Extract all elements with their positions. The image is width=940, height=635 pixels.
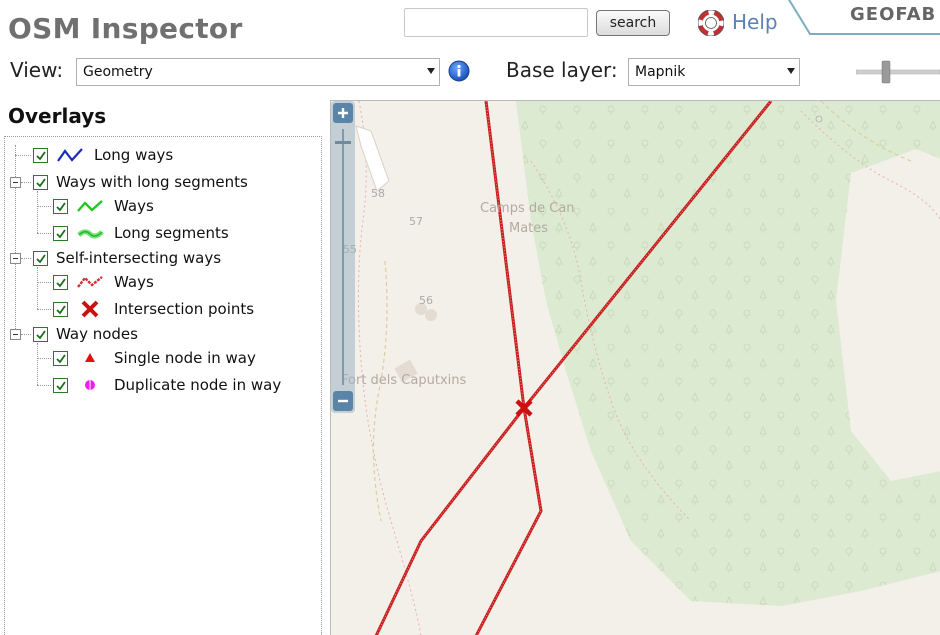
overlay-group-way-nodes[interactable]: Way nodes (33, 322, 138, 346)
checkbox-long-ways[interactable] (33, 147, 48, 163)
collapse-toggle-way-nodes[interactable] (10, 329, 21, 340)
overlay-ways-green[interactable]: Ways (53, 194, 154, 218)
tree-guide (21, 182, 31, 183)
checkbox-ways-red[interactable] (53, 274, 68, 290)
view-select[interactable]: Geometry (76, 58, 440, 86)
map-label-fort: Fort dels Caputxins (341, 373, 467, 388)
clearing-area (836, 149, 940, 481)
overlays-title: Overlays (8, 104, 107, 128)
tree-guide (37, 282, 51, 283)
overlay-long-ways[interactable]: Long ways (33, 143, 173, 167)
tree-guide (37, 309, 51, 310)
overlay-label: Self-intersecting ways (56, 249, 222, 267)
chevron-down-icon (427, 68, 435, 74)
info-icon[interactable] (448, 60, 470, 82)
base-layer-value: Mapnik (635, 64, 686, 80)
checkbox-single-node[interactable] (53, 350, 68, 366)
view-select-value: Geometry (83, 64, 153, 80)
base-layer-label: Base layer: (506, 58, 618, 82)
tree-guide (15, 145, 16, 335)
base-layer-select[interactable]: Mapnik (628, 58, 800, 86)
view-label: View: (10, 58, 64, 82)
magenta-dot-icon (85, 380, 95, 390)
overlay-label: Long ways (94, 146, 174, 164)
lifebuoy-icon[interactable] (698, 10, 724, 36)
overlay-label: Ways (114, 273, 154, 291)
map-number: 58 (371, 187, 385, 200)
map-label-mates: Mates (509, 221, 549, 236)
overlay-label: Ways with long segments (56, 173, 248, 191)
overlay-label: Way nodes (56, 325, 138, 343)
overlay-ways-red[interactable]: Ways (53, 270, 154, 294)
geofabrik-label[interactable]: GEOFAB (850, 4, 936, 25)
opacity-slider[interactable] (856, 60, 940, 84)
overlay-label: Single node in way (114, 349, 256, 367)
tree-guide (37, 343, 38, 385)
overlay-intersection-points[interactable]: Intersection points (53, 297, 254, 321)
tree-guide (37, 191, 38, 233)
blue-wave-icon (57, 148, 83, 162)
overlay-label: Duplicate node in way (114, 376, 282, 394)
map-number: 57 (409, 215, 423, 228)
checkbox-self-intersecting[interactable] (33, 250, 48, 266)
green-wave-icon (77, 200, 103, 212)
zoom-control[interactable] (331, 101, 355, 413)
overlay-label: Ways (114, 197, 154, 215)
checkbox-long-segments[interactable] (53, 225, 68, 241)
header: OSM Inspector search Help GEOFAB View: G… (0, 0, 940, 100)
chevron-down-icon (787, 68, 795, 74)
help-link[interactable]: Help (732, 10, 778, 34)
overlay-label: Long segments (114, 224, 229, 242)
tree-guide (37, 385, 51, 386)
green-thick-wave-icon (77, 229, 104, 239)
tree-guide (21, 258, 31, 259)
map-view[interactable]: Camps de Can Mates Fort dels Caputxins 5… (330, 100, 940, 635)
overlay-group-self-intersecting[interactable]: Self-intersecting ways (33, 246, 221, 270)
overlay-group-ways-long-segments[interactable]: Ways with long segments (33, 170, 248, 194)
red-triangle-icon (85, 353, 95, 362)
map-label-camps: Camps de Can (480, 201, 575, 216)
map-number: 56 (419, 294, 433, 307)
app-title: OSM Inspector (8, 12, 243, 45)
zoom-slider-handle[interactable] (335, 141, 351, 144)
checkbox-intersection-points[interactable] (53, 301, 68, 317)
overlays-tree: Long ways Ways with long segments Ways L… (4, 136, 322, 635)
overlays-panel: Overlays Long ways Ways with long segmen (0, 100, 330, 635)
checkbox-ways-long-segments[interactable] (33, 174, 48, 190)
checkbox-way-nodes[interactable] (33, 326, 48, 342)
search-button[interactable]: search (596, 10, 670, 36)
tree-guide (15, 155, 31, 156)
overlay-single-node[interactable]: Single node in way (53, 346, 256, 370)
checkbox-duplicate-node[interactable] (53, 377, 68, 393)
tree-guide (37, 267, 38, 309)
red-wave-icon (77, 276, 103, 288)
tree-guide (37, 358, 51, 359)
overlay-label: Intersection points (114, 300, 255, 318)
collapse-toggle-self-intersecting[interactable] (10, 253, 21, 264)
search-input[interactable] (404, 8, 588, 37)
overlay-long-segments[interactable]: Long segments (53, 221, 229, 245)
overlay-duplicate-node[interactable]: Duplicate node in way (53, 373, 281, 397)
red-x-icon (81, 300, 99, 318)
tree-guide (37, 206, 51, 207)
collapse-toggle-ways-long-segments[interactable] (10, 177, 21, 188)
building (425, 309, 437, 321)
tree-guide (21, 334, 31, 335)
map-canvas[interactable] (331, 101, 940, 635)
tree-guide (37, 233, 51, 234)
checkbox-ways-green[interactable] (53, 198, 68, 214)
